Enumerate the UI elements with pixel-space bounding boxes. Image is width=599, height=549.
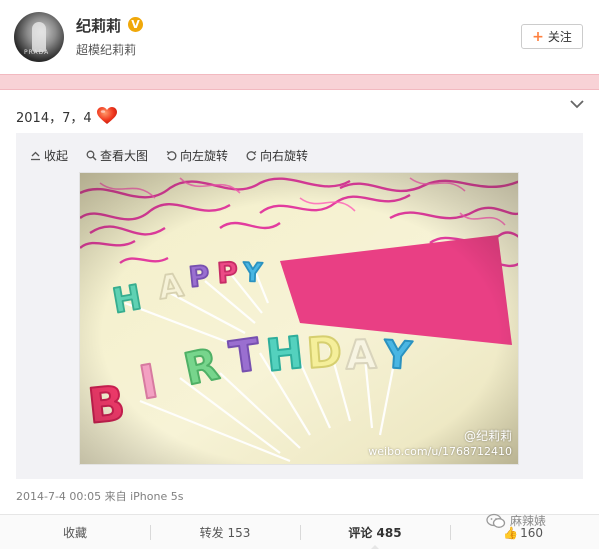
comment-button[interactable]: 评论 485: [300, 515, 450, 549]
birthday-candles-image: B I R T H D A Y H A P P Y: [80, 173, 518, 464]
rotate-left-icon: [166, 151, 177, 161]
favorite-label: 收藏: [62, 526, 87, 540]
collapse-button[interactable]: 收起: [30, 147, 68, 164]
user-subtitle: 超模纪莉莉: [76, 43, 137, 57]
post-meta[interactable]: 2014-7-4 00:05 来自 iPhone 5s: [16, 488, 183, 504]
collapse-icon: [31, 151, 40, 161]
follow-label: 关注: [547, 30, 572, 44]
watermark-handle: @纪莉莉: [463, 429, 512, 443]
username[interactable]: 纪莉莉: [76, 15, 121, 36]
wechat-icon: [486, 513, 506, 528]
verified-icon: V: [128, 17, 143, 32]
view-large-label: 查看大图: [100, 149, 149, 163]
brand-label: 麻辣婊: [510, 514, 547, 528]
favorite-button[interactable]: 收藏: [0, 515, 150, 549]
heart-icon: [96, 107, 117, 124]
watermark-url: weibo.com/u/1768712410: [368, 445, 512, 458]
profile-header: PRADA 纪莉莉 V 超模纪莉莉 + 关注: [0, 0, 599, 76]
media-container: 收起 查看大图 向左旋转 向右旋转 @纪莉莉 weibo.com/u/17687…: [16, 133, 583, 479]
repost-button[interactable]: 转发 153: [150, 515, 300, 549]
pink-divider-bar: [0, 74, 599, 90]
avatar-figure: [32, 22, 46, 52]
brand-overlay: 麻辣婊: [486, 512, 546, 529]
collapse-label: 收起: [44, 149, 69, 163]
rotate-left-button[interactable]: 向左旋转: [166, 147, 228, 164]
rotate-right-icon: [246, 151, 257, 161]
media-toolbar: 收起 查看大图 向左旋转 向右旋转: [30, 147, 308, 164]
repost-label: 转发 153: [199, 526, 251, 540]
follow-button[interactable]: + 关注: [521, 24, 583, 49]
rotate-left-label: 向左旋转: [180, 149, 229, 163]
post-text: 2014，7，4: [16, 107, 117, 126]
plus-icon: +: [532, 28, 544, 45]
comment-label: 评论 485: [348, 526, 402, 540]
active-tab-indicator: [370, 545, 380, 549]
photo-watermark: @纪莉莉 weibo.com/u/1768712410: [368, 428, 512, 460]
post-photo[interactable]: B I R T H D A Y H A P P Y @纪莉莉 weibo.com…: [79, 172, 519, 465]
avatar[interactable]: PRADA: [14, 12, 64, 62]
view-large-button[interactable]: 查看大图: [86, 147, 148, 164]
rotate-right-label: 向右旋转: [260, 149, 309, 163]
post-text-content: 2014，7，4: [16, 111, 92, 126]
avatar-text: PRADA: [24, 49, 50, 56]
rotate-right-button[interactable]: 向右旋转: [246, 147, 308, 164]
magnifier-icon: [86, 150, 97, 161]
chevron-down-icon[interactable]: [570, 99, 584, 109]
